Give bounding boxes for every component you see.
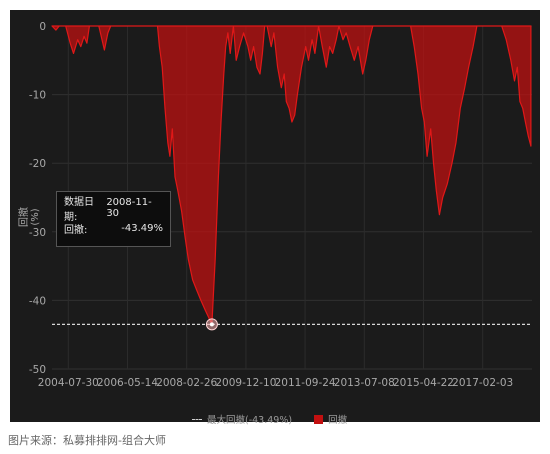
drawdown-area — [51, 25, 532, 325]
x-tick-label: 2013-07-08 — [334, 377, 395, 389]
y-tick-label: -50 — [29, 364, 46, 376]
legend-max-drawdown-label[interactable]: 最大回撤(-43.49%) — [207, 412, 292, 426]
image-source-caption: 图片来源：私募排排网-组合大师 — [8, 434, 166, 447]
tooltip-date-label: 数据日期: — [64, 197, 94, 223]
x-tick-label: 2017-02-03 — [452, 377, 513, 389]
max-drawdown-marker-center — [209, 322, 214, 327]
x-tick-label: 2008-02-26 — [156, 377, 217, 389]
tooltip-drawdown-value: -43.49% — [121, 222, 163, 234]
tooltip-date-value: 2008-11-30 — [106, 197, 152, 219]
y-tick-label: -40 — [29, 295, 46, 307]
y-tick-label: -10 — [29, 90, 46, 102]
legend-drawdown-swatch[interactable] — [314, 414, 324, 424]
legend-drawdown-label[interactable]: 回撤 — [328, 412, 347, 426]
chart-panel: 0 -10 -20 -30 -40 -50 2004-07-30 2006-05-14 2008… — [10, 10, 540, 426]
x-tick-label: 2015-04-22 — [393, 377, 454, 389]
x-tick-label: 2004-07-30 — [38, 377, 99, 389]
x-tick-label: 2011-09-24 — [275, 377, 336, 389]
x-tick-label: 2009-12-10 — [215, 377, 276, 389]
y-tick-label: 0 — [39, 21, 46, 33]
y-axis-label: 回撤(%) — [19, 207, 41, 227]
tooltip-drawdown-label: 回撤: — [64, 224, 88, 236]
y-tick-label: -20 — [29, 158, 46, 170]
legend-max-drawdown-swatch[interactable] — [192, 418, 202, 420]
x-tick-label: 2006-05-14 — [97, 377, 158, 389]
legend: 最大回撤(-43.49%) 回撤 — [192, 410, 347, 428]
tooltip: 数据日期: 2008-11-30 回撤: -43.49% — [56, 191, 171, 247]
